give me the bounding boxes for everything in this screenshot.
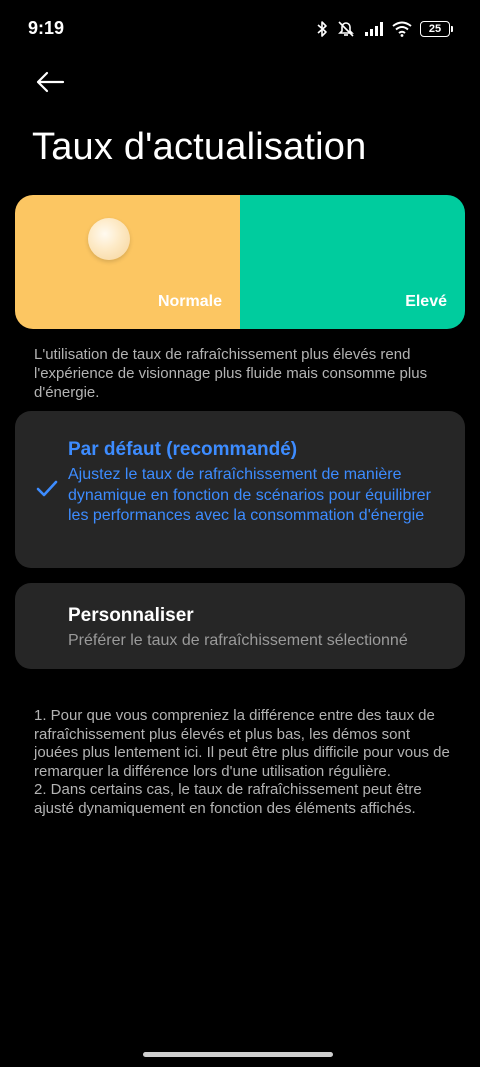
signal-icon [364, 21, 384, 37]
checkmark-icon [36, 480, 58, 503]
notes: 1. Pour que vous compreniez la différenc… [34, 707, 454, 818]
page-title: Taux d'actualisation [32, 126, 367, 168]
option-custom[interactable]: Personnaliser Préférer le taux de rafraî… [15, 583, 465, 669]
preview-normal-label: Normale [157, 293, 222, 310]
note-item: 1. Pour que vous compreniez la différenc… [34, 707, 450, 780]
note-item: 2. Dans certains cas, le taux de rafraîc… [34, 781, 422, 817]
wifi-icon [392, 21, 412, 37]
option-default-title: Par défaut (recommandé) [68, 439, 298, 460]
description-text: L'utilisation de taux de rafraîchissemen… [34, 346, 428, 401]
option-default-description: Ajustez le taux de rafraîchissement de m… [68, 466, 431, 524]
bluetooth-icon [316, 20, 328, 38]
preview-high[interactable]: Elevé [240, 195, 465, 329]
back-button[interactable] [30, 64, 70, 104]
refresh-rate-preview: Normale Elevé [15, 195, 465, 329]
status-time: 9:19 [28, 18, 65, 38]
status-bar: 9:19 25 [0, 0, 480, 60]
arrow-left-icon [35, 71, 65, 98]
demo-ball [88, 218, 130, 260]
home-indicator[interactable] [143, 1052, 333, 1057]
option-custom-description: Préférer le taux de rafraîchissement sél… [68, 632, 408, 649]
battery-icon: 25 [420, 21, 453, 37]
vibrate-off-icon [336, 20, 356, 38]
preview-high-label: Elevé [405, 293, 447, 310]
status-icons: 25 [316, 18, 453, 40]
option-default[interactable]: Par défaut (recommandé) Ajustez le taux … [15, 411, 465, 568]
option-custom-title: Personnaliser [68, 605, 194, 626]
preview-normal[interactable]: Normale [15, 195, 240, 329]
